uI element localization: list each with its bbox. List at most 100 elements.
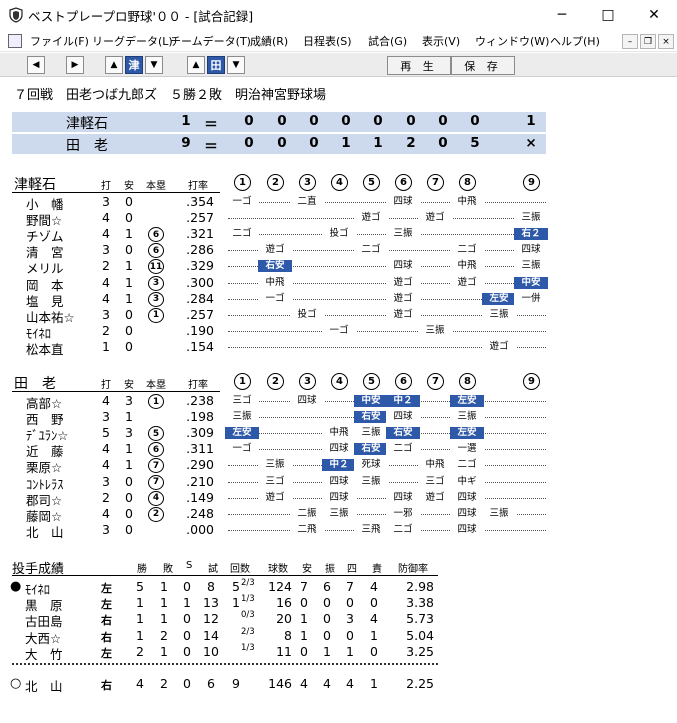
at-bat-result: 中飛 [258,276,292,289]
player-at-bats: 4 [102,457,110,473]
at-bat-result: 左安 [482,292,516,305]
at-bat-result: 一ゴ [258,292,292,305]
at-bat-result: 三ゴ [258,475,292,488]
player-average: .311 [186,441,214,457]
pitcher-saves: 0 [183,579,191,594]
player-average: .321 [186,226,214,242]
team-away-button[interactable]: 津 [125,56,143,74]
minimize-button[interactable]: ─ [539,0,585,30]
at-bat-result: 四球 [386,260,420,273]
at-bat-result: 四球 [322,491,356,504]
at-bat-result: 四球 [514,244,548,257]
pitching-header: 防御率 [398,564,428,575]
pitcher-hand: 右 [101,630,112,644]
inning-number: 6 [395,174,412,191]
document-icon[interactable] [8,34,22,48]
at-bat-result: 二ゴ [354,244,388,257]
pitcher-hand: 左 [101,582,112,595]
player-hits: 0 [125,194,133,209]
player-average: .000 [186,521,214,537]
mdi-close-icon[interactable]: × [658,34,674,49]
player-home-runs: 1 [148,394,164,409]
pitcher-name: 北 山 [25,679,63,694]
pitcher-innings: 5 [232,579,240,594]
player-home-runs: 3 [148,291,164,307]
player-hits: 1 [125,274,133,290]
at-bat-result: 四球 [450,491,484,504]
arrow-right-icon[interactable]: ▶ [66,56,84,74]
toolbar: ◀ ▶ ▲ 津 ▼ ▲ 田 ▼ 再 生 保 存 [0,52,677,77]
at-bat-result: 一ゴ [322,324,356,337]
pitcher-hand: 左 [101,598,112,612]
menu-team-data[interactable]: チームデータ(T) [170,33,251,49]
menu-league-data[interactable]: リーグデータ(L) [92,33,173,49]
pitcher-games: 10 [203,643,219,659]
menu-game[interactable]: 試合(G) [368,33,407,49]
at-bat-result: 中飛 [322,427,356,440]
scoreboard-inning-score: 0 [309,113,319,129]
player-at-bats: 2 [102,322,110,338]
menu-schedule[interactable]: 日程表(S) [303,33,352,49]
player-average: .300 [186,274,214,290]
at-bat-result: 遊ゴ [418,212,452,225]
pitcher-era: 3.25 [406,643,434,659]
inning-number: 2 [267,373,284,390]
mdi-restore-icon[interactable]: ❐ [640,34,656,49]
arrow-up-icon[interactable]: ▲ [105,56,123,74]
at-bat-result: 三振 [386,228,420,241]
at-bat-result: 四球 [450,507,484,520]
player-average: .329 [186,258,214,274]
at-bat-result: 一選 [450,443,484,456]
at-bat-result: 三振 [514,260,548,273]
at-bat-result: 三振 [482,308,516,321]
team-name: 津軽石 [14,177,56,193]
play-button[interactable]: 再 生 [387,56,451,75]
close-button[interactable]: ✕ [631,0,677,30]
header-hr: 本塁 [146,181,166,192]
pitcher-earned-runs: 1 [370,676,378,691]
player-home-runs: 11 [148,259,164,275]
player-hits: 0 [125,489,133,505]
at-bat-result: 四球 [386,411,420,424]
arrow-down-icon[interactable]: ▼ [227,56,245,74]
player-at-bats: 2 [102,489,110,505]
player-average: .238 [186,393,214,408]
mdi-minimize-icon[interactable]: – [622,34,638,49]
at-bat-result: 二ゴ [386,523,420,536]
team-home-button[interactable]: 田 [207,56,225,74]
pitcher-losses: 1 [160,643,168,659]
menu-help[interactable]: ヘルプ(H) [550,33,600,49]
arrow-left-icon[interactable]: ◀ [27,56,45,74]
player-at-bats: 3 [102,521,110,537]
at-bat-result: 遊ゴ [258,491,292,504]
at-bat-result: 三振 [450,411,484,424]
pitcher-innings-fraction: 2/3 [241,578,255,588]
pitcher-saves: 0 [183,643,191,659]
pitcher-decision-mark: ○ [10,676,22,691]
player-at-bats: 3 [102,306,110,322]
player-hits: 3 [125,425,133,441]
at-bat-result: 左安 [450,427,484,440]
at-bat-result: 四球 [290,395,324,407]
pitcher-pitch-count: 124 [268,579,292,594]
maximize-button[interactable]: □ [585,0,631,30]
pitcher-hand: 右 [101,614,112,628]
header-avg: 打率 [188,181,208,192]
pitcher-games: 12 [203,611,219,627]
menu-view[interactable]: 表示(V) [422,33,460,49]
arrow-up-icon[interactable]: ▲ [187,56,205,74]
at-bat-result: 二直 [290,196,324,208]
pitching-header: 敗 [163,564,173,575]
pitcher-losses: 2 [160,627,168,643]
menu-stats[interactable]: 成績(R) [250,33,288,49]
arrow-down-icon[interactable]: ▼ [145,56,163,74]
save-button[interactable]: 保 存 [451,56,515,75]
pitcher-name: 大 竹 [25,646,63,662]
menu-file[interactable]: ファイル(F) [30,33,89,49]
at-bat-result: 中飛 [418,459,452,472]
menu-window[interactable]: ウィンドウ(W) [475,33,549,49]
inning-number: 3 [299,174,316,191]
scoreboard-team: 津軽石 [66,116,108,132]
pitcher-games: 6 [207,676,215,691]
player-average: .210 [186,473,214,489]
